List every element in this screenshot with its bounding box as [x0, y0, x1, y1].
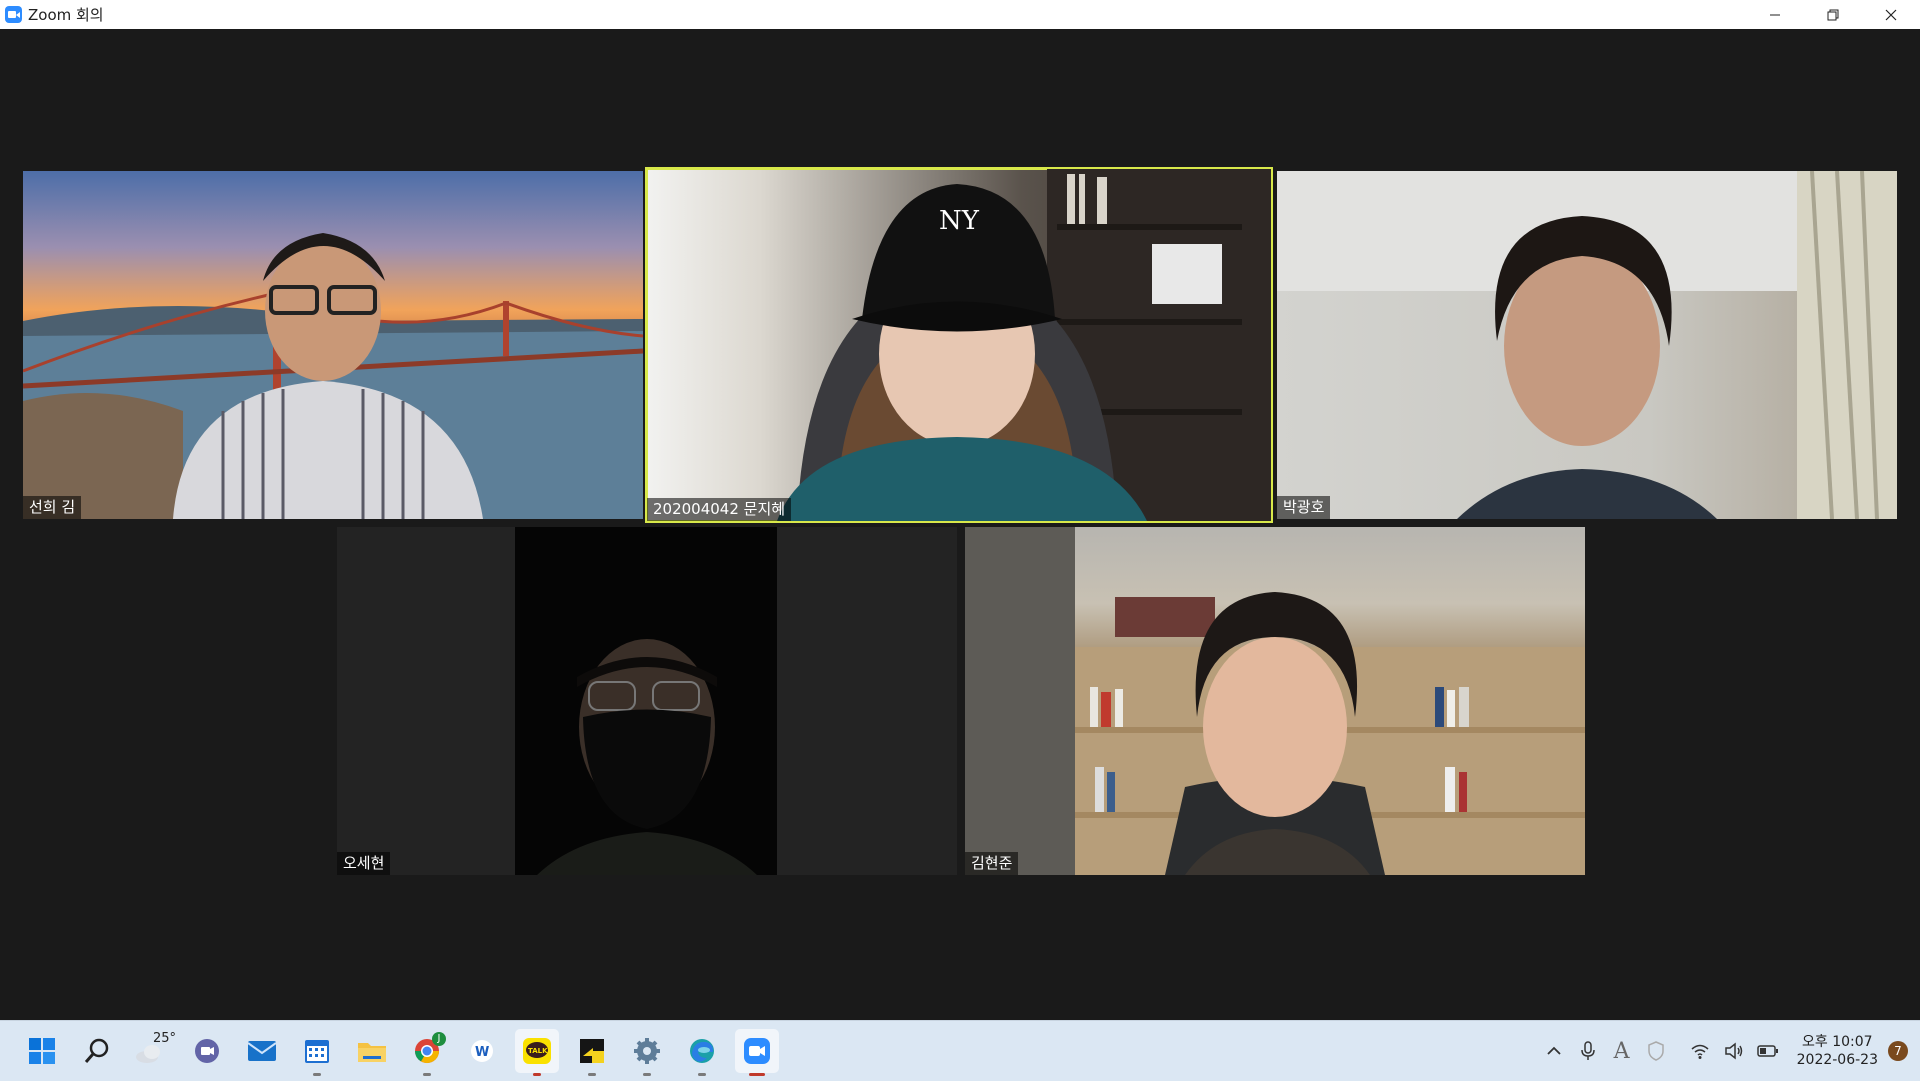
- mail-icon: [247, 1041, 277, 1061]
- video-tile-participant-4[interactable]: 오세현: [337, 527, 957, 875]
- title-bar: Zoom 회의: [0, 0, 1920, 30]
- windows-taskbar: 25° J W TALK A 오후 10:07 2022-06-23 7: [0, 1020, 1920, 1081]
- svg-text:TALK: TALK: [528, 1047, 548, 1055]
- sticky-notes-icon: [580, 1039, 604, 1063]
- battery-tray[interactable]: [1753, 1036, 1783, 1066]
- taskbar-sticky-notes[interactable]: [570, 1029, 614, 1076]
- video-tile-participant-3[interactable]: 박광호: [1277, 171, 1897, 519]
- chevron-up-icon: [1546, 1046, 1561, 1055]
- teams-chat-icon: [195, 1039, 219, 1063]
- chrome-profile-badge: J: [432, 1032, 446, 1046]
- zoom-icon: [744, 1038, 770, 1064]
- vpn-tray[interactable]: [1641, 1036, 1671, 1066]
- running-indicator: [313, 1073, 321, 1076]
- participant-video-1: [23, 233, 643, 519]
- taskbar-clock[interactable]: 오후 10:07 2022-06-23: [1797, 1033, 1878, 1069]
- window-controls: [1746, 0, 1920, 29]
- wifi-icon: [1691, 1044, 1709, 1059]
- participant-video-3: [1277, 171, 1897, 519]
- taskbar-zoom[interactable]: [735, 1029, 779, 1076]
- video-tile-participant-2[interactable]: NY 202004042 문지혜: [645, 167, 1273, 523]
- search-button[interactable]: [75, 1029, 119, 1073]
- weather-widget[interactable]: 25°: [130, 1029, 176, 1073]
- calendar-icon: [305, 1040, 329, 1063]
- speaker-icon: [1724, 1042, 1742, 1060]
- taskbar-kakaotalk[interactable]: TALK: [515, 1029, 559, 1076]
- taskbar-apps: 25° J W TALK: [20, 1021, 790, 1081]
- participant-name: 박광호: [1277, 496, 1331, 519]
- svg-text:NY: NY: [939, 206, 980, 236]
- minimize-button[interactable]: [1746, 0, 1804, 29]
- notification-badge[interactable]: 7: [1888, 1041, 1908, 1061]
- participant-name: 김현준: [965, 852, 1019, 875]
- participant-name: 오세현: [337, 852, 391, 875]
- window-title: Zoom 회의: [28, 6, 104, 24]
- running-indicator: [749, 1073, 765, 1076]
- settings-icon: [634, 1038, 660, 1064]
- kakaotalk-icon: TALK: [523, 1038, 551, 1064]
- taskbar-mail[interactable]: [240, 1029, 284, 1073]
- windows-start-icon: [29, 1038, 55, 1064]
- meeting-gallery: 선희 김 NY 202004042 문지혜 박광호 오세현 김현준: [0, 29, 1920, 1020]
- running-indicator: [643, 1073, 651, 1076]
- restore-button[interactable]: [1804, 0, 1862, 29]
- shield-icon: [1647, 1041, 1664, 1061]
- participant-video-5: [965, 527, 1585, 875]
- taskbar-teams-chat[interactable]: [185, 1029, 229, 1073]
- microphone-tray[interactable]: [1573, 1036, 1603, 1066]
- running-indicator: [423, 1073, 431, 1076]
- taskbar-calendar[interactable]: [295, 1029, 339, 1076]
- ime-icon: A: [1613, 1038, 1630, 1064]
- system-tray: A 오후 10:07 2022-06-23 7: [1535, 1021, 1920, 1081]
- search-icon: [84, 1038, 109, 1063]
- battery-icon: [1756, 1045, 1778, 1057]
- close-icon: [1885, 9, 1897, 20]
- edge-icon: [690, 1039, 714, 1063]
- show-hidden-icons-button[interactable]: [1539, 1036, 1569, 1066]
- taskbar-file-explorer[interactable]: [350, 1029, 394, 1073]
- zoom-app-icon: [5, 6, 22, 23]
- clock-time: 오후 10:07: [1802, 1034, 1873, 1050]
- taskbar-word[interactable]: W: [460, 1029, 504, 1073]
- microphone-icon: [1580, 1041, 1595, 1060]
- taskbar-edge[interactable]: [680, 1029, 724, 1076]
- weather-temperature: 25°: [152, 1031, 176, 1046]
- file-explorer-icon: [358, 1043, 386, 1062]
- word-icon: W: [471, 1040, 493, 1062]
- participant-name: 선희 김: [23, 496, 82, 519]
- video-tile-participant-5[interactable]: 김현준: [965, 527, 1585, 875]
- participant-video-2: NY: [777, 169, 1271, 521]
- restore-icon: [1827, 9, 1839, 20]
- input-method-indicator[interactable]: A: [1607, 1036, 1637, 1066]
- running-indicator: [588, 1073, 596, 1076]
- taskbar-settings[interactable]: [625, 1029, 669, 1076]
- svg-text:W: W: [475, 1045, 489, 1060]
- participant-name: 202004042 문지혜: [647, 498, 792, 521]
- minimize-icon: [1770, 14, 1780, 15]
- participant-video-4: [515, 527, 777, 875]
- wifi-tray[interactable]: [1685, 1036, 1715, 1066]
- close-button[interactable]: [1862, 0, 1920, 29]
- start-button[interactable]: [20, 1029, 64, 1073]
- clock-date: 2022-06-23: [1796, 1052, 1878, 1068]
- running-indicator: [698, 1073, 706, 1076]
- taskbar-chrome[interactable]: J: [405, 1029, 449, 1076]
- running-indicator: [533, 1073, 541, 1076]
- video-tile-participant-1[interactable]: 선희 김: [23, 171, 643, 519]
- volume-tray[interactable]: [1719, 1036, 1749, 1066]
